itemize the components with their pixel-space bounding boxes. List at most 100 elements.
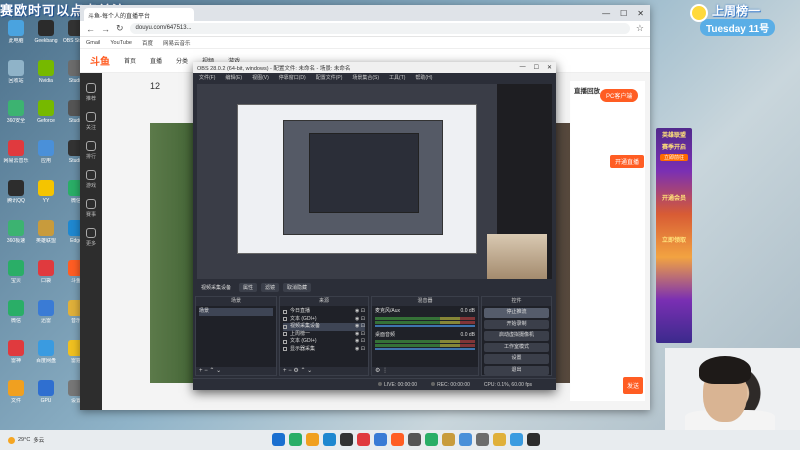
url-field[interactable]: douyu.com/647513... — [129, 23, 630, 34]
maximize-icon[interactable]: ☐ — [534, 64, 539, 71]
desktop-icon[interactable]: 回收站 — [2, 60, 30, 94]
start-recording-button[interactable]: 开始录制 — [484, 319, 549, 329]
desktop-icon[interactable]: 百度网盘 — [32, 340, 60, 374]
properties-button[interactable]: 属性 — [239, 282, 258, 292]
maximize-icon[interactable]: ☐ — [620, 9, 627, 18]
close-icon[interactable]: ✕ — [547, 64, 552, 71]
up-icon[interactable]: ⌃ — [209, 368, 214, 374]
source-item[interactable]: 今日直播 ◉ ⊡ — [283, 308, 365, 316]
menu-item[interactable]: 配置文件(P) — [316, 74, 343, 81]
visibility-eye-icon[interactable]: ◉ ⊡ — [355, 316, 365, 324]
taskbar-app-icon[interactable] — [289, 433, 302, 446]
forward-icon[interactable]: → — [101, 24, 110, 34]
ad-banner[interactable]: 英雄联盟 赛季开启 立即前往 开通会员 立即领取 — [656, 128, 692, 343]
desktop-icon[interactable]: 微信 — [2, 300, 30, 334]
desktop-icon[interactable]: 迅雷 — [32, 300, 60, 334]
menu-item[interactable]: 视图(V) — [252, 74, 269, 81]
add-icon[interactable]: + — [199, 368, 203, 374]
taskbar-app-icon[interactable] — [493, 433, 506, 446]
remove-icon[interactable]: − — [204, 368, 208, 374]
star-icon[interactable]: ☆ — [636, 23, 644, 34]
remove-icon[interactable]: − — [288, 368, 292, 374]
visibility-eye-icon[interactable]: ◉ ⊡ — [355, 308, 365, 316]
send-button[interactable]: 发送 — [623, 377, 644, 394]
rail-item[interactable]: 排行 — [84, 141, 98, 160]
down-icon[interactable]: ⌄ — [307, 368, 312, 374]
desktop-icon[interactable]: 口袋 — [32, 260, 60, 294]
minimize-icon[interactable]: — — [602, 9, 610, 18]
site-nav-item[interactable]: 分类 — [176, 56, 188, 65]
rail-item[interactable]: 关注 — [84, 112, 98, 131]
settings-button[interactable]: 设置 — [484, 354, 549, 364]
menu-item[interactable]: 工具(T) — [389, 74, 405, 81]
browser-tab[interactable]: 斗鱼-每个人的直播平台 — [84, 8, 194, 21]
source-item[interactable]: 文本 (GDI+) ◉ ⊡ — [283, 316, 365, 324]
visibility-eye-icon[interactable]: ◉ ⊡ — [355, 338, 365, 346]
menu-item[interactable]: 文件(F) — [199, 74, 215, 81]
scene-item[interactable]: 场景 — [199, 308, 273, 316]
menu-item[interactable]: 帮助(H) — [415, 74, 432, 81]
obs-preview[interactable] — [197, 84, 552, 279]
rail-item[interactable]: 赛事 — [84, 199, 98, 218]
visibility-eye-icon[interactable]: ◉ ⊡ — [355, 346, 365, 354]
visibility-eye-icon[interactable]: ◉ ⊡ — [355, 323, 365, 331]
bookmark-item[interactable]: YouTube — [110, 40, 132, 46]
desktop-icon[interactable]: 宝贝 — [2, 260, 30, 294]
taskbar-app-icon[interactable] — [323, 433, 336, 446]
stop-streaming-button[interactable]: 停止推流 — [484, 308, 549, 318]
douyu-logo[interactable]: 斗鱼 — [90, 53, 110, 68]
gear-icon[interactable]: ⚙ — [375, 368, 380, 374]
menu-item[interactable]: 编辑(E) — [225, 74, 242, 81]
rail-item[interactable]: 游戏 — [84, 170, 98, 189]
bookmark-item[interactable]: Gmail — [86, 40, 100, 46]
bookmark-item[interactable]: 网易云音乐 — [163, 39, 191, 47]
rail-item[interactable]: 推荐 — [84, 83, 98, 102]
site-nav-item[interactable]: 直播 — [150, 56, 162, 65]
desktop-icon[interactable]: 文件 — [2, 380, 30, 414]
desktop-icon[interactable]: 网易云音乐 — [2, 140, 30, 174]
taskbar-app-icon[interactable] — [408, 433, 421, 446]
desktop-icon[interactable]: 此电脑 — [2, 20, 30, 54]
desktop-icon[interactable]: 应用 — [32, 140, 60, 174]
volume-slider[interactable] — [375, 348, 475, 350]
menu-item[interactable]: 场景集合(S) — [352, 74, 379, 81]
reload-icon[interactable]: ↻ — [116, 23, 124, 34]
visibility-eye-icon[interactable]: ◉ ⊡ — [355, 331, 365, 339]
ad-button[interactable]: 立即前往 — [660, 154, 688, 161]
desktop-icon[interactable]: 360极速 — [2, 220, 30, 254]
filters-button[interactable]: 滤镜 — [261, 282, 280, 292]
desktop-icon[interactable]: 腾讯QQ — [2, 180, 30, 214]
weather-widget[interactable]: 29°C 多云 — [0, 436, 44, 444]
exit-button[interactable]: 退出 — [484, 365, 549, 375]
gear-icon[interactable]: ⚙ — [293, 368, 298, 374]
close-icon[interactable]: ✕ — [637, 9, 644, 18]
source-item[interactable]: 视频采集设备 ◉ ⊡ — [283, 323, 365, 331]
rail-item[interactable]: 更多 — [84, 228, 98, 247]
add-icon[interactable]: + — [283, 368, 287, 374]
taskbar-app-icon[interactable] — [306, 433, 319, 446]
more-icon[interactable]: ⋮ — [382, 368, 388, 374]
down-icon[interactable]: ⌄ — [216, 368, 221, 374]
desktop-icon[interactable]: 雷神 — [2, 340, 30, 374]
source-item[interactable]: 上周榜一 ◉ ⊡ — [283, 331, 365, 339]
back-icon[interactable]: ← — [86, 24, 95, 34]
desktop-icon[interactable]: 360安全 — [2, 100, 30, 134]
taskbar-app-icon[interactable] — [374, 433, 387, 446]
minimize-icon[interactable]: — — [520, 64, 526, 71]
taskbar-app-icon[interactable] — [442, 433, 455, 446]
desktop-icon[interactable]: 英雄联盟 — [32, 220, 60, 254]
pc-client-button[interactable]: PC客户端 — [600, 89, 639, 102]
site-nav-item[interactable]: 首页 — [124, 56, 136, 65]
up-icon[interactable]: ⌃ — [300, 368, 305, 374]
bookmark-item[interactable]: 百度 — [142, 39, 153, 47]
desktop-icon[interactable]: Geforce — [32, 100, 60, 134]
studio-mode-button[interactable]: 工作室模式 — [484, 342, 549, 352]
virtual-camera-button[interactable]: 启动虚拟摄像机 — [484, 331, 549, 341]
taskbar-app-icon[interactable] — [425, 433, 438, 446]
desktop-icon[interactable]: YY — [32, 180, 60, 214]
menu-item[interactable]: 停靠窗口(D) — [279, 74, 306, 81]
taskbar-app-icon[interactable] — [510, 433, 523, 446]
follow-button[interactable]: 开通直播 — [610, 155, 645, 168]
taskbar-app-icon[interactable] — [527, 433, 540, 446]
taskbar-app-icon[interactable] — [272, 433, 285, 446]
